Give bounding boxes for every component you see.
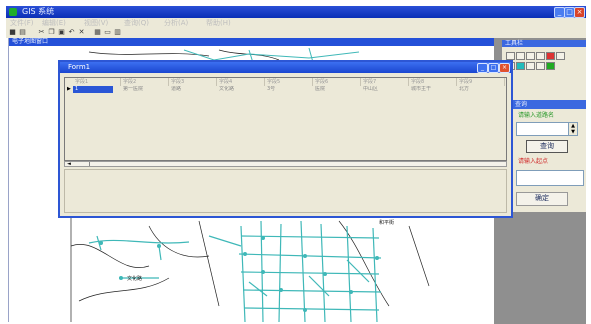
select-tool-icon[interactable] (556, 52, 565, 60)
pointer-tool-icon[interactable] (506, 52, 515, 60)
menu-view[interactable]: 视图(V) (84, 18, 108, 28)
grid-column-header[interactable]: 字段1 (73, 78, 121, 86)
road-name-input[interactable]: ▲ ▼ (516, 122, 578, 136)
label-tool-icon[interactable] (536, 62, 545, 70)
menu-help[interactable]: 帮助(H) (206, 18, 231, 28)
dialog-title: Form1 (68, 63, 91, 71)
grid-header: 字段1 字段2 字段3 字段4 字段5 字段6 字段7 字段8 字段9 (65, 78, 506, 86)
query-button[interactable]: 查询 (526, 140, 568, 153)
pan-tool-icon[interactable] (536, 52, 545, 60)
zoom-in-tool-icon[interactable] (516, 52, 525, 60)
undo-icon[interactable]: ↶ (68, 29, 75, 36)
query-panel-title: 查询 (512, 100, 586, 109)
cut-icon[interactable]: ✂ (38, 29, 45, 36)
grid-cell[interactable]: 1 (73, 86, 113, 93)
start-point-label: 请输入起点 (518, 158, 549, 165)
grid-column-header[interactable]: 字段5 (265, 78, 313, 86)
grid-cell[interactable]: 道路 (169, 86, 217, 93)
grid-column-header[interactable]: 字段6 (313, 78, 361, 86)
grid-cell[interactable]: 中山区 (361, 86, 409, 93)
grid-column-header[interactable]: 字段8 (409, 78, 457, 86)
data-grid[interactable]: 字段1 字段2 字段3 字段4 字段5 字段6 字段7 字段8 字段9 ▶ 1 … (64, 77, 507, 161)
copy-icon[interactable]: ❐ (48, 29, 55, 36)
horizontal-scrollbar[interactable]: ◄ (64, 161, 507, 167)
paste-icon[interactable]: ▣ (58, 29, 65, 36)
form1-dialog: Form1 _ □ × 字段1 字段2 字段3 字段4 字段5 字段6 字段7 … (58, 60, 513, 218)
window-icon[interactable]: ▭ (104, 29, 111, 36)
table-icon[interactable]: ▦ (94, 29, 101, 36)
dialog-minimize-button[interactable]: _ (477, 63, 488, 73)
grid-column-header[interactable]: 字段2 (121, 78, 169, 86)
dialog-titlebar: Form1 _ □ × (60, 62, 511, 73)
screen: GIS 系统 _ □ × 文件(F) 编辑(E) 视图(V) 查询(Q) 分析(… (0, 0, 591, 324)
tool-panel: 工具栏 (502, 40, 586, 104)
grid-column-header[interactable]: 字段9 (457, 78, 505, 86)
zoom-out-tool-icon[interactable] (526, 52, 535, 60)
grid-cell[interactable]: 第一医院 (121, 86, 169, 93)
dialog-maximize-button[interactable]: □ (488, 63, 499, 73)
grid-cell[interactable]: 文化路 (217, 86, 265, 93)
menu-query[interactable]: 查询(Q) (124, 18, 149, 28)
save-icon[interactable]: ■ (9, 29, 16, 36)
stop-tool-icon[interactable] (546, 52, 555, 60)
delete-icon[interactable]: ✕ (78, 29, 85, 36)
grid-cell[interactable]: 城市主干 (409, 86, 457, 93)
dialog-close-button[interactable]: × (499, 63, 510, 73)
menu-analysis[interactable]: 分析(A) (164, 18, 188, 28)
close-button[interactable]: × (574, 7, 585, 18)
map-window-title: 电子地图窗口 (9, 38, 495, 46)
road-name-label: 请输入道路名 (518, 112, 555, 119)
app-title: GIS 系统 (22, 7, 55, 16)
spin-down-icon[interactable]: ▼ (568, 129, 577, 135)
grid-column-header[interactable]: 字段7 (361, 78, 409, 86)
app-icon (9, 8, 17, 16)
scroll-left-icon[interactable]: ◄ (67, 162, 71, 167)
refresh-tool-icon[interactable] (546, 62, 555, 70)
grid-cell[interactable]: 北方 (457, 86, 505, 93)
tool-panel-title: 工具栏 (502, 40, 586, 47)
menu-file[interactable]: 文件(F) (10, 18, 34, 28)
toolbar: ■ ▤ ✂ ❐ ▣ ↶ ✕ ▦ ▭ ▥ (6, 28, 586, 38)
map-label: 和平街 (379, 219, 394, 226)
menu-bar: 文件(F) 编辑(E) 视图(V) 查询(Q) 分析(A) 帮助(H) (6, 18, 586, 28)
grid-column-header[interactable]: 字段4 (217, 78, 265, 86)
print-icon[interactable]: ▤ (19, 29, 26, 36)
dialog-lower-pane (64, 169, 507, 213)
confirm-button[interactable]: 确定 (516, 192, 568, 206)
scroll-thumb[interactable] (89, 162, 90, 166)
map-label: 文化路 (127, 275, 142, 282)
menu-edit[interactable]: 编辑(E) (42, 18, 66, 28)
grid-column-header[interactable]: 字段3 (169, 78, 217, 86)
measure-tool-icon[interactable] (526, 62, 535, 70)
main-titlebar: GIS 系统 _ □ × (6, 6, 586, 18)
query-panel: 查询 请输入道路名 ▲ ▼ 查询 请输入起点 确定 (512, 100, 586, 212)
grid-cell[interactable]: 医院 (313, 86, 361, 93)
layer-tool-icon[interactable] (516, 62, 525, 70)
grid-cell[interactable]: 3号 (265, 86, 313, 93)
start-point-input[interactable] (516, 170, 584, 186)
table-row[interactable]: 1 第一医院 道路 文化路 3号 医院 中山区 城市主干 北方 (65, 86, 506, 93)
grid-icon[interactable]: ▥ (114, 29, 121, 36)
